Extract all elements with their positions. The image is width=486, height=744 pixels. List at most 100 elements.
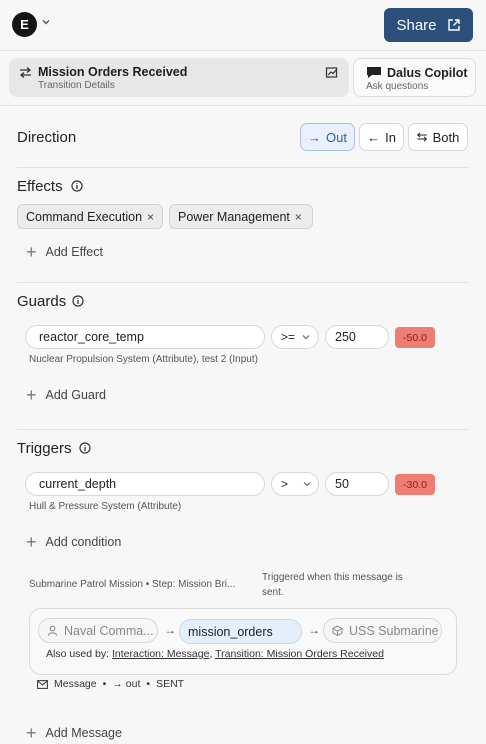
status-badge: -30.0 <box>395 474 435 495</box>
copilot-subtitle: Ask questions <box>366 81 429 92</box>
panel-tabs: Mission Orders Received Transition Detai… <box>0 58 486 98</box>
separator: • <box>146 678 151 690</box>
message-context: Submarine Patrol Mission • Step: Mission… <box>29 579 236 590</box>
direction-both-label: Both <box>432 129 460 145</box>
divider <box>0 50 486 51</box>
add-guard-button[interactable]: + Add Guard <box>26 386 106 404</box>
divider <box>0 105 486 106</box>
remove-icon[interactable]: × <box>147 210 154 224</box>
trigger-variable: current_depth <box>39 477 117 491</box>
message-target: USS Submarine <box>349 623 439 638</box>
add-message-label: Add Message <box>45 726 122 740</box>
trigger-variable-field[interactable]: current_depth <box>25 472 265 496</box>
guard-variable-field[interactable]: reactor_core_temp <box>25 325 265 349</box>
message-source: Naval Comma... <box>64 623 154 638</box>
add-effect-label: Add Effect <box>45 245 103 259</box>
direction-out-button[interactable]: → Out <box>300 123 355 151</box>
trigger-value: 50 <box>335 477 349 491</box>
avatar[interactable]: E <box>12 12 37 37</box>
effect-chip-label: Power Management <box>178 209 290 224</box>
guard-operator-select[interactable]: >= <box>271 325 319 349</box>
also-used-by-prefix: Also used by: <box>46 648 110 660</box>
triggers-title: Triggers <box>17 440 72 457</box>
top-bar: E Share <box>0 0 486 50</box>
tab-title: Mission Orders Received <box>38 65 188 79</box>
info-icon[interactable] <box>71 180 83 192</box>
add-effect-button[interactable]: + Add Effect <box>26 243 103 261</box>
message-source-pill[interactable]: Naval Comma... <box>38 618 158 643</box>
chart-icon[interactable] <box>325 66 338 79</box>
info-icon[interactable] <box>72 295 84 307</box>
plus-icon: + <box>26 723 37 743</box>
trigger-source: Hull & Pressure System (Attribute) <box>29 501 182 512</box>
add-condition-button[interactable]: + Add condition <box>26 533 121 551</box>
copilot-title: Dalus Copilot <box>387 66 468 80</box>
mail-icon <box>37 679 48 689</box>
chevron-down-icon <box>303 482 311 487</box>
direction-in-label: In <box>385 129 396 145</box>
user-icon <box>47 625 58 636</box>
status-badge: -50.0 <box>395 327 435 348</box>
guard-variable: reactor_core_temp <box>39 330 144 344</box>
effect-chip[interactable]: Power Management × <box>169 204 313 229</box>
trigger-badge-value: -30.0 <box>403 478 427 491</box>
plus-icon: + <box>26 242 37 262</box>
message-note-line2: sent. <box>262 587 284 598</box>
arrow-right-icon: → <box>308 129 322 145</box>
add-message-button[interactable]: + Add Message <box>26 724 122 742</box>
used-by-link[interactable]: Transition: Mission Orders Received <box>215 648 384 660</box>
direction-in-button[interactable]: ← In <box>359 123 404 151</box>
effect-chip[interactable]: Command Execution × <box>17 204 163 229</box>
trigger-value-field[interactable]: 50 <box>325 472 389 496</box>
message-name: mission_orders <box>188 624 273 639</box>
plus-icon: + <box>26 385 37 405</box>
meta-status: SENT <box>156 678 185 690</box>
message-target-pill[interactable]: USS Submarine <box>323 618 442 643</box>
guard-operator: >= <box>281 330 296 344</box>
direction-both-button[interactable]: ⇆ Both <box>408 123 468 151</box>
share-label: Share <box>396 16 437 34</box>
tab-transition-details[interactable]: Mission Orders Received Transition Detai… <box>9 58 349 97</box>
guard-value: 250 <box>335 330 356 344</box>
trigger-operator: > <box>281 477 289 491</box>
meta-direction: out <box>125 678 141 690</box>
message-name-pill[interactable]: mission_orders <box>179 619 302 644</box>
add-guard-label: Add Guard <box>45 388 106 402</box>
meta-type: Message <box>54 678 97 690</box>
info-icon[interactable] <box>79 442 91 454</box>
share-button[interactable]: Share <box>384 8 473 42</box>
external-link-icon <box>447 19 460 31</box>
swap-icon: ⇆ <box>416 129 428 144</box>
tab-copilot[interactable]: Dalus Copilot Ask questions <box>353 58 476 97</box>
message-meta: Message • → out • SENT <box>37 678 184 690</box>
guard-source: Nuclear Propulsion System (Attribute), t… <box>29 354 258 365</box>
remove-icon[interactable]: × <box>295 210 302 224</box>
divider <box>17 282 469 283</box>
trigger-operator-select[interactable]: > <box>271 472 319 496</box>
direction-out-label: Out <box>326 129 347 145</box>
guard-value-field[interactable]: 250 <box>325 325 389 349</box>
arrow-right-icon: → <box>112 678 123 690</box>
used-by-link[interactable]: Interaction: Message <box>112 648 209 660</box>
box-icon <box>332 625 343 636</box>
guards-title: Guards <box>17 293 67 310</box>
arrow-right-icon: → <box>164 623 176 637</box>
chevron-down-icon <box>302 335 310 340</box>
effect-chip-label: Command Execution <box>26 209 143 224</box>
message-note-line1: Triggered when this message is <box>262 572 403 583</box>
plus-icon: + <box>26 532 37 552</box>
also-used-by: Also used by: Interaction: Message, Tran… <box>46 648 384 660</box>
tab-subtitle: Transition Details <box>38 80 115 91</box>
guard-badge-value: -50.0 <box>403 331 427 344</box>
message-card[interactable]: Naval Comma... → mission_orders → USS Su… <box>29 608 457 675</box>
chevron-down-icon[interactable] <box>40 16 52 28</box>
separator: • <box>102 678 107 690</box>
divider <box>17 429 469 430</box>
arrow-right-icon: → <box>308 623 320 637</box>
divider <box>17 167 469 168</box>
transition-icon <box>19 67 32 78</box>
effects-title: Effects <box>17 178 63 195</box>
chat-icon <box>367 67 381 78</box>
direction-title: Direction <box>17 129 77 146</box>
add-condition-label: Add condition <box>45 535 122 549</box>
